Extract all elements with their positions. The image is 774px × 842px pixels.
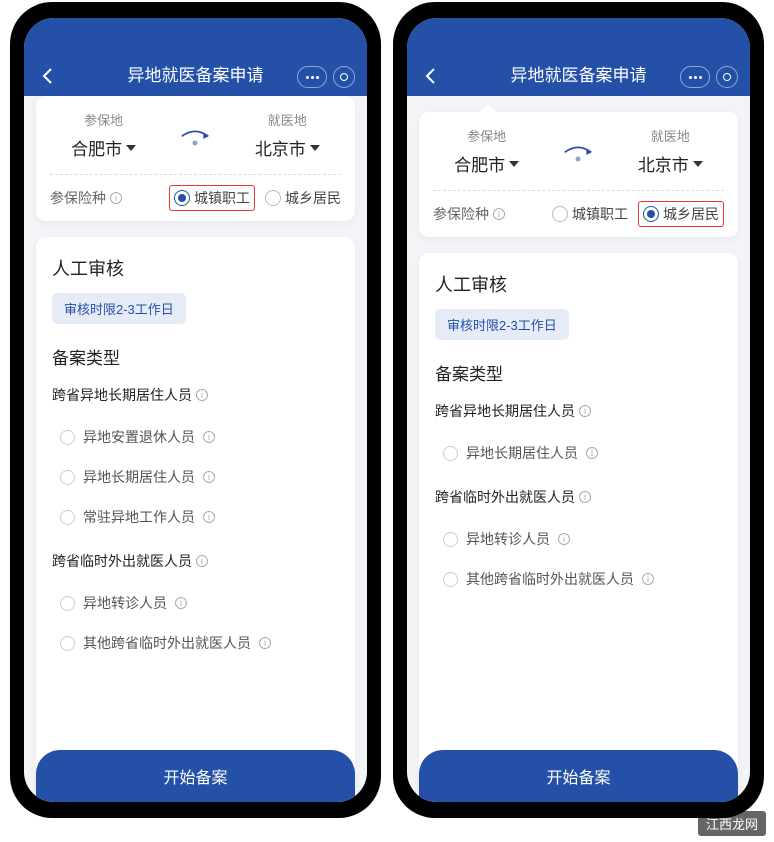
option-work-stationed[interactable]: 常驻异地工作人员i [52, 497, 339, 537]
pointer-arrow [479, 104, 497, 113]
info-icon[interactable]: i [558, 533, 570, 545]
insurance-type-row: 参保险种 i 城镇职工 城乡居民 [50, 185, 341, 211]
info-icon[interactable]: i [642, 573, 654, 585]
mini-program-controls [680, 66, 738, 88]
treat-loc-label: 就医地 [638, 126, 703, 145]
info-icon[interactable]: i [586, 447, 598, 459]
treat-loc-label: 就医地 [255, 110, 320, 129]
info-icon[interactable]: i [203, 511, 215, 523]
review-card: 人工审核 审核时限2-3工作日 备案类型 跨省异地长期居住人员i 异地长期居住人… [419, 253, 738, 802]
page-title: 异地就医备案申请 [511, 61, 647, 86]
more-icon[interactable] [297, 66, 327, 88]
option-other-temp[interactable]: 其他跨省临时外出就医人员i [435, 559, 722, 599]
location-card: 参保地 合肥市 就医地 北京市 参保险种 i 城镇职工 [419, 112, 738, 237]
close-icon[interactable] [716, 66, 738, 88]
option-long-residence[interactable]: 异地长期居住人员i [52, 457, 339, 497]
group-long-term: 跨省异地长期居住人员i [52, 385, 339, 405]
radio-urban-employee[interactable]: 城镇职工 [169, 185, 255, 211]
insure-type-label: 参保险种 [50, 188, 106, 208]
radio-urban-rural[interactable]: 城乡居民 [265, 188, 341, 208]
chevron-down-icon [126, 145, 136, 151]
swap-icon [178, 128, 212, 148]
more-icon[interactable] [680, 66, 710, 88]
option-referral[interactable]: 异地转诊人员i [435, 519, 722, 559]
back-icon[interactable] [38, 66, 58, 86]
review-title: 人工审核 [435, 271, 722, 297]
review-badge: 审核时限2-3工作日 [52, 293, 186, 324]
treatment-location[interactable]: 就医地 北京市 [638, 126, 703, 176]
phone-left: 异地就医备案申请 参保地 合肥市 就医地 [10, 2, 381, 818]
info-icon[interactable]: i [196, 555, 208, 567]
screen: 异地就医备案申请 参保地 合肥市 就医地 [407, 18, 750, 802]
insured-loc-label: 参保地 [71, 110, 136, 129]
phone-right: 异地就医备案申请 参保地 合肥市 就医地 [393, 2, 764, 818]
info-icon[interactable]: i [196, 389, 208, 401]
submit-button[interactable]: 开始备案 [36, 750, 355, 802]
chevron-down-icon [693, 161, 703, 167]
info-icon[interactable]: i [259, 637, 271, 649]
watermark: 江西龙网 [698, 811, 766, 836]
chevron-down-icon [509, 161, 519, 167]
group-long-term: 跨省异地长期居住人员i [435, 401, 722, 421]
info-icon[interactable]: i [203, 471, 215, 483]
option-retired[interactable]: 异地安置退休人员i [52, 417, 339, 457]
header: 异地就医备案申请 [24, 18, 367, 96]
review-title: 人工审核 [52, 255, 339, 281]
insured-loc-value: 合肥市 [71, 135, 122, 160]
info-icon[interactable]: i [203, 431, 215, 443]
review-badge: 审核时限2-3工作日 [435, 309, 569, 340]
insured-loc-label: 参保地 [454, 126, 519, 145]
info-icon[interactable]: i [175, 597, 187, 609]
swap-icon [561, 144, 595, 164]
back-icon[interactable] [421, 66, 441, 86]
info-icon[interactable]: i [579, 405, 591, 417]
radio-urban-employee[interactable]: 城镇职工 [552, 204, 628, 224]
info-icon[interactable]: i [579, 491, 591, 503]
radio-urban-rural[interactable]: 城乡居民 [638, 201, 724, 227]
treatment-location[interactable]: 就医地 北京市 [255, 110, 320, 160]
review-card: 人工审核 审核时限2-3工作日 备案类型 跨省异地长期居住人员i 异地安置退休人… [36, 237, 355, 802]
insured-location[interactable]: 参保地 合肥市 [454, 126, 519, 176]
option-long-residence[interactable]: 异地长期居住人员i [435, 433, 722, 473]
info-icon[interactable]: i [493, 208, 505, 220]
page-title: 异地就医备案申请 [128, 61, 264, 86]
insurance-type-row: 参保险种 i 城镇职工 城乡居民 [433, 201, 724, 227]
chevron-down-icon [310, 145, 320, 151]
submit-button[interactable]: 开始备案 [419, 750, 738, 802]
info-icon[interactable]: i [110, 192, 122, 204]
mini-program-controls [297, 66, 355, 88]
type-title: 备案类型 [52, 344, 339, 369]
group-temporary: 跨省临时外出就医人员i [52, 551, 339, 571]
insured-location[interactable]: 参保地 合肥市 [71, 110, 136, 160]
insured-loc-value: 合肥市 [454, 151, 505, 176]
treat-loc-value: 北京市 [255, 135, 306, 160]
header: 异地就医备案申请 [407, 18, 750, 96]
treat-loc-value: 北京市 [638, 151, 689, 176]
location-card: 参保地 合肥市 就医地 北京市 参保险种 i 城镇职工 [36, 96, 355, 221]
option-referral[interactable]: 异地转诊人员i [52, 583, 339, 623]
group-temporary: 跨省临时外出就医人员i [435, 487, 722, 507]
screen: 异地就医备案申请 参保地 合肥市 就医地 [24, 18, 367, 802]
option-other-temp[interactable]: 其他跨省临时外出就医人员i [52, 623, 339, 663]
type-title: 备案类型 [435, 360, 722, 385]
close-icon[interactable] [333, 66, 355, 88]
insure-type-label: 参保险种 [433, 204, 489, 224]
